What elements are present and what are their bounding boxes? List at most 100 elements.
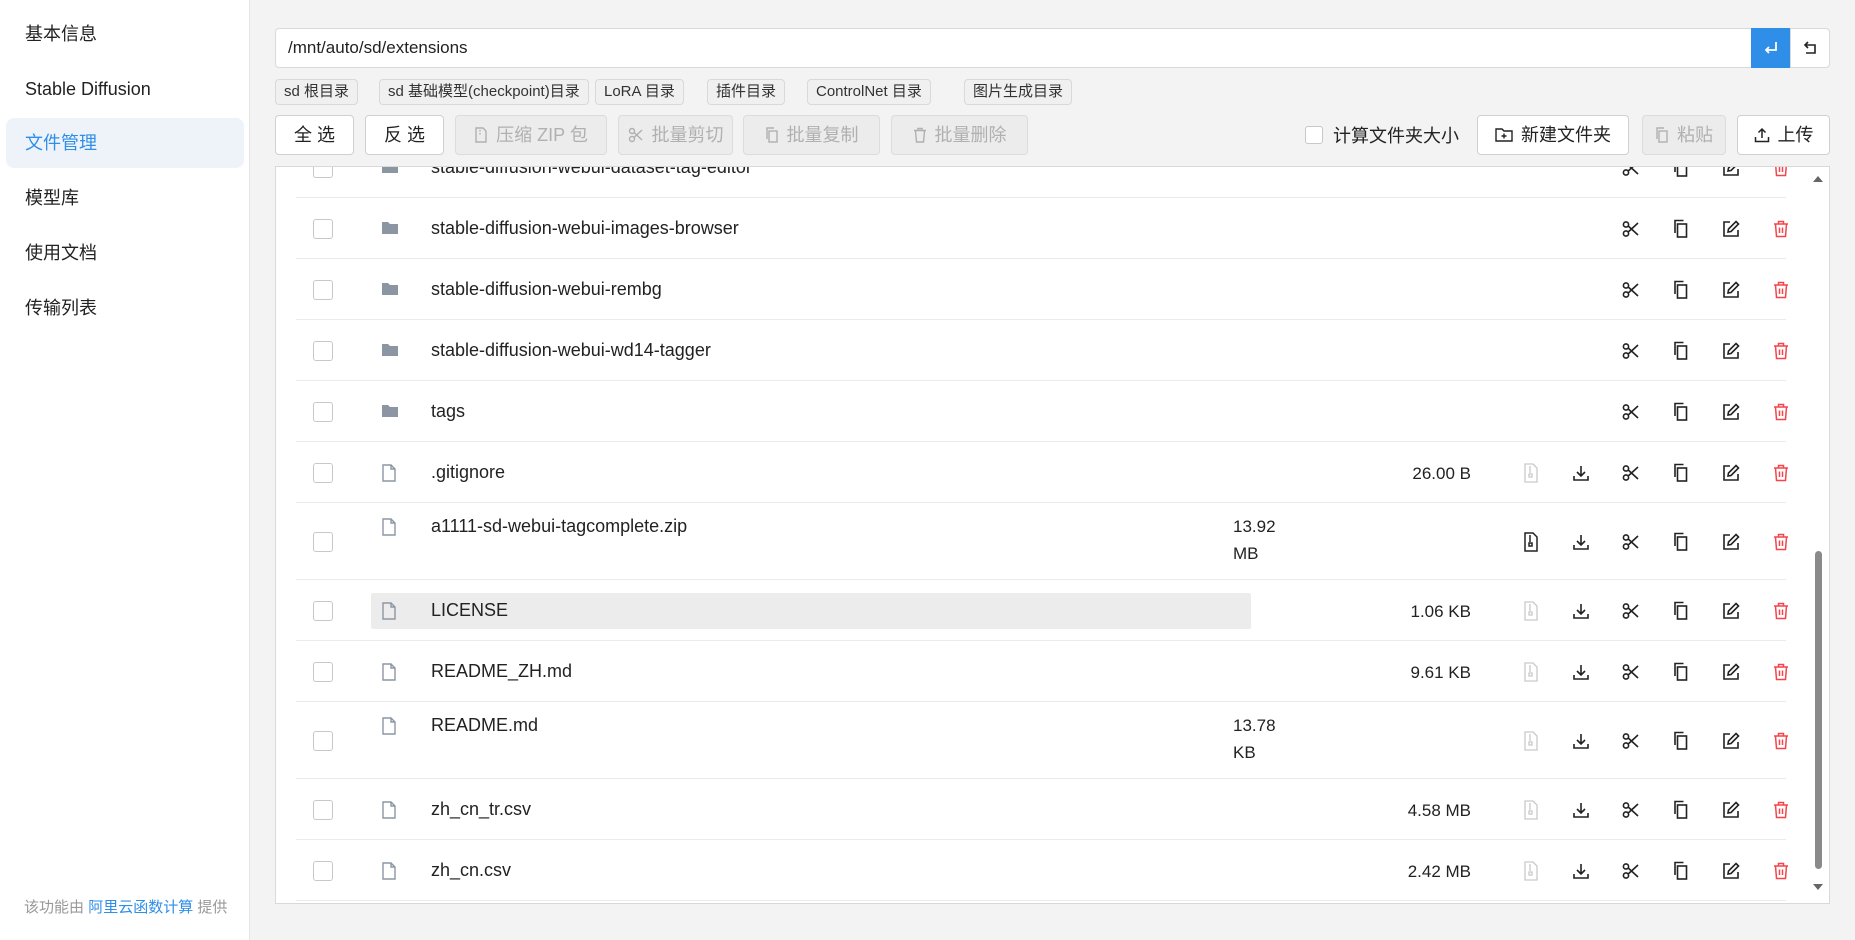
upload-button[interactable]: 上传 <box>1737 115 1830 155</box>
row-checkbox[interactable] <box>313 860 333 881</box>
file-row[interactable]: README_ZH.md 9.61 KB <box>296 641 1788 702</box>
scroll-down-arrow[interactable] <box>1813 884 1823 890</box>
file-row[interactable]: .gitignore 26.00 B <box>296 442 1788 503</box>
go-button[interactable] <box>1751 28 1791 68</box>
copy-icon[interactable] <box>1669 859 1693 883</box>
invert-selection-button[interactable]: 反 选 <box>365 115 444 155</box>
row-checkbox[interactable] <box>313 340 333 361</box>
row-checkbox[interactable] <box>313 401 333 422</box>
file-list-scrollbar[interactable] <box>1810 166 1826 904</box>
file-name[interactable]: README.md <box>431 715 538 736</box>
calc-size-checkbox[interactable] <box>1305 126 1323 144</box>
download-icon[interactable] <box>1569 530 1593 554</box>
shortcut-controlnet[interactable]: ControlNet 目录 <box>807 79 931 105</box>
copy-icon[interactable] <box>1669 167 1693 180</box>
edit-icon[interactable] <box>1719 599 1743 623</box>
scissors-icon[interactable] <box>1619 217 1643 241</box>
scissors-icon[interactable] <box>1619 729 1643 753</box>
trash-icon[interactable] <box>1769 599 1793 623</box>
copy-icon[interactable] <box>1669 217 1693 241</box>
copy-icon[interactable] <box>1669 461 1693 485</box>
trash-icon[interactable] <box>1769 339 1793 363</box>
scissors-icon[interactable] <box>1619 660 1643 684</box>
row-checkbox[interactable] <box>313 661 333 682</box>
copy-icon[interactable] <box>1669 660 1693 684</box>
row-checkbox[interactable] <box>313 600 333 621</box>
copy-icon[interactable] <box>1669 339 1693 363</box>
download-icon[interactable] <box>1569 859 1593 883</box>
download-icon[interactable] <box>1569 599 1593 623</box>
download-icon[interactable] <box>1569 798 1593 822</box>
trash-icon[interactable] <box>1769 400 1793 424</box>
sidebar-item-basic-info[interactable]: 基本信息 <box>6 9 244 59</box>
download-icon[interactable] <box>1569 729 1593 753</box>
sidebar-item-stable-diffusion[interactable]: Stable Diffusion <box>6 64 244 114</box>
edit-icon[interactable] <box>1719 729 1743 753</box>
trash-icon[interactable] <box>1769 278 1793 302</box>
file-name[interactable]: stable-diffusion-webui-rembg <box>431 279 662 300</box>
edit-icon[interactable] <box>1719 339 1743 363</box>
calc-folder-size[interactable]: 计算文件夹大小 <box>1305 115 1459 155</box>
scissors-icon[interactable] <box>1619 400 1643 424</box>
file-row[interactable]: a1111-sd-webui-tagcomplete.zip 13.92 MB <box>296 503 1788 580</box>
trash-icon[interactable] <box>1769 859 1793 883</box>
folder-row[interactable]: stable-diffusion-webui-wd14-tagger <box>296 320 1788 381</box>
edit-icon[interactable] <box>1719 530 1743 554</box>
edit-icon[interactable] <box>1719 167 1743 180</box>
unzip-icon[interactable] <box>1519 530 1543 554</box>
copy-icon[interactable] <box>1669 278 1693 302</box>
file-name[interactable]: README_ZH.md <box>431 661 572 682</box>
scissors-icon[interactable] <box>1619 278 1643 302</box>
batch-copy-button[interactable]: 批量复制 <box>743 115 880 155</box>
folder-row[interactable]: stable-diffusion-webui-rembg <box>296 259 1788 320</box>
edit-icon[interactable] <box>1719 217 1743 241</box>
edit-icon[interactable] <box>1719 461 1743 485</box>
copy-icon[interactable] <box>1669 599 1693 623</box>
sidebar-item-model-library[interactable]: 模型库 <box>6 173 244 223</box>
paste-button[interactable]: 粘贴 <box>1642 115 1726 155</box>
row-checkbox[interactable] <box>313 730 333 751</box>
scissors-icon[interactable] <box>1619 167 1643 180</box>
scissors-icon[interactable] <box>1619 599 1643 623</box>
scissors-icon[interactable] <box>1619 798 1643 822</box>
trash-icon[interactable] <box>1769 217 1793 241</box>
row-checkbox[interactable] <box>313 218 333 239</box>
trash-icon[interactable] <box>1769 167 1793 180</box>
row-checkbox[interactable] <box>313 462 333 483</box>
zip-button[interactable]: 压缩 ZIP 包 <box>455 115 607 155</box>
file-name[interactable]: stable-diffusion-webui-wd14-tagger <box>431 340 711 361</box>
file-name[interactable]: zh_cn_tr.csv <box>431 799 531 820</box>
copy-icon[interactable] <box>1669 798 1693 822</box>
folder-row[interactable]: stable-diffusion-webui-dataset-tag-edito… <box>296 167 1787 198</box>
file-name[interactable]: tags <box>431 401 465 422</box>
trash-icon[interactable] <box>1769 660 1793 684</box>
scissors-icon[interactable] <box>1619 339 1643 363</box>
sidebar-item-file-management[interactable]: 文件管理 <box>6 118 244 168</box>
scroll-up-arrow[interactable] <box>1813 176 1823 182</box>
trash-icon[interactable] <box>1769 798 1793 822</box>
row-checkbox[interactable] <box>313 167 333 178</box>
file-name[interactable]: stable-diffusion-webui-dataset-tag-edito… <box>431 167 752 178</box>
file-row[interactable]: LICENSE 1.06 KB <box>296 580 1788 641</box>
sidebar-item-transfer-list[interactable]: 传输列表 <box>6 283 244 333</box>
file-row[interactable]: README.md 13.78 KB <box>296 702 1788 779</box>
folder-row[interactable]: tags <box>296 381 1788 442</box>
file-name[interactable]: a1111-sd-webui-tagcomplete.zip <box>431 516 687 537</box>
scissors-icon[interactable] <box>1619 461 1643 485</box>
row-checkbox[interactable] <box>313 531 333 552</box>
copy-icon[interactable] <box>1669 530 1693 554</box>
trash-icon[interactable] <box>1769 530 1793 554</box>
file-name[interactable]: LICENSE <box>431 600 508 621</box>
shortcut-sd-root[interactable]: sd 根目录 <box>275 79 359 105</box>
trash-icon[interactable] <box>1769 729 1793 753</box>
batch-cut-button[interactable]: 批量剪切 <box>618 115 733 155</box>
edit-icon[interactable] <box>1719 400 1743 424</box>
file-row[interactable]: zh_cn_tr.csv 4.58 MB <box>296 779 1788 840</box>
back-button[interactable] <box>1790 28 1830 68</box>
new-folder-button[interactable]: 新建文件夹 <box>1477 115 1629 155</box>
row-checkbox[interactable] <box>313 279 333 300</box>
file-name[interactable]: .gitignore <box>431 462 505 483</box>
sidebar-item-docs[interactable]: 使用文档 <box>6 228 244 278</box>
scissors-icon[interactable] <box>1619 859 1643 883</box>
row-checkbox[interactable] <box>313 799 333 820</box>
